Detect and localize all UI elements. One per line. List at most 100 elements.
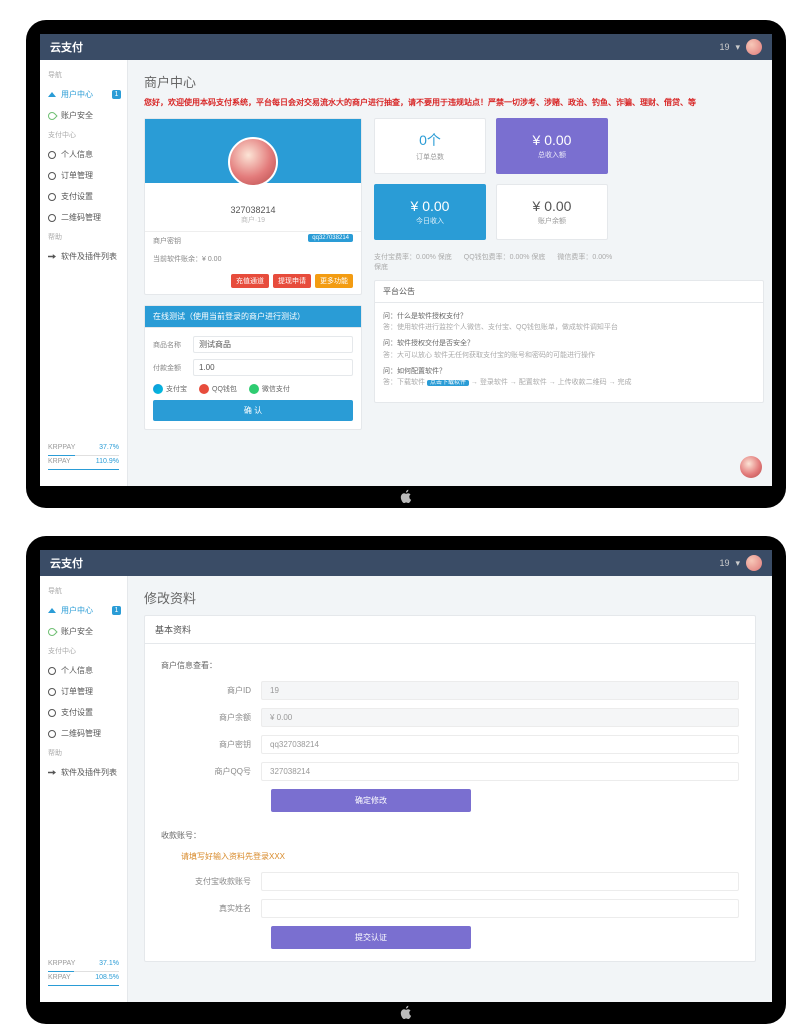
arrow-icon: [48, 253, 56, 261]
faq-a3: 答：下载软件 点击下载软件 → 登录软件 → 配置软件 → 上传收款二维码 → …: [383, 377, 755, 389]
product-name-label: 商品名称: [153, 340, 193, 350]
sidebar-item-user-center[interactable]: 用户中心 1: [40, 84, 127, 105]
merchant-key-label: 商户密钥: [161, 739, 261, 750]
faq-q3: 问：如何配置软件？: [383, 366, 755, 377]
sidebar-item-plugins[interactable]: 软件及插件列表: [40, 762, 127, 783]
sidebar-item-pay-settings[interactable]: 支付设置: [40, 186, 127, 207]
user-avatar-icon[interactable]: [746, 39, 762, 55]
tile-small: 今日收入: [416, 216, 444, 226]
sidebar-item-orders[interactable]: 订单管理: [40, 681, 127, 702]
home-icon: [48, 608, 56, 613]
gear-icon: [48, 193, 56, 201]
download-link[interactable]: 点击下载软件: [427, 380, 469, 386]
withdraw-button[interactable]: 提现申请: [273, 274, 311, 288]
sidebar-item-pay-settings[interactable]: 支付设置: [40, 702, 127, 723]
profile-banner: [145, 119, 361, 183]
sidebar-group-help: 帮助: [40, 228, 127, 246]
sidebar: 导航 用户中心 1 账户安全 支付中心 个人信息: [40, 576, 128, 1002]
pay-type-alipay[interactable]: 支付宝: [153, 384, 187, 394]
tile-total-income: ¥ 0.00 总收入额: [496, 118, 608, 174]
wechat-icon: [249, 384, 259, 394]
page-title: 商户中心: [144, 72, 756, 91]
topbar: 云支付 19 ▾: [40, 550, 772, 576]
merchant-balance-value: ¥ 0.00: [261, 708, 739, 727]
tile-small: 订单总数: [416, 152, 444, 162]
profile-key-label: 商户密钥: [153, 238, 181, 245]
sidebar-item-qrcode[interactable]: 二维码管理: [40, 207, 127, 228]
alipay-account-input[interactable]: [261, 872, 739, 891]
pay-type-radio-group: 支付宝 QQ钱包 微信支付: [153, 382, 353, 400]
merchant-id-label: 商户ID: [161, 685, 261, 696]
user-id-label: 19: [719, 558, 729, 568]
brand-title: 云支付: [50, 39, 83, 55]
sidebar-item-orders[interactable]: 订单管理: [40, 165, 127, 186]
sidebar-item-user-center[interactable]: 用户中心 1: [40, 600, 127, 621]
sidebar-group-help: 帮助: [40, 744, 127, 762]
stat-name: KRPAY: [48, 458, 71, 465]
stat-row: KRPAY 110.9%: [48, 456, 119, 467]
stat-value: 110.9%: [96, 458, 119, 465]
topbar: 云支付 19 ▾: [40, 34, 772, 60]
confirm-button[interactable]: 确 认: [153, 400, 353, 421]
sidebar-item-label: 个人信息: [61, 149, 93, 160]
submit-verify-button[interactable]: 提交认证: [271, 926, 471, 949]
save-button[interactable]: 确定修改: [271, 789, 471, 812]
tile-orders: 0个 订单总数: [374, 118, 486, 174]
tile-big: ¥ 0.00: [411, 198, 450, 214]
recharge-button[interactable]: 充值通道: [231, 274, 269, 288]
monitor-frame-2: 云支付 19 ▾ 导航 用户中心 1 账户安: [26, 536, 786, 1024]
tile-small: 总收入额: [538, 150, 566, 160]
chevron-down-icon: ▾: [735, 558, 740, 569]
sidebar-group-nav: 导航: [40, 582, 127, 600]
sidebar-item-label: 用户中心: [61, 89, 93, 100]
sidebar-item-plugins[interactable]: 软件及插件列表: [40, 246, 127, 267]
home-icon: [48, 92, 56, 97]
apple-logo-icon: [399, 1005, 413, 1022]
profile-card: 327038214 商户·19 商户密钥 qq327038214 当前软件账余：…: [144, 118, 362, 295]
merchant-key-input[interactable]: qq327038214: [261, 735, 739, 754]
topbar-right[interactable]: 19 ▾: [719, 39, 762, 55]
sidebar-item-label: 账户安全: [61, 110, 93, 121]
faq-a1: 答：使用软件进行监控个人微信、支付宝、QQ钱包账单，做成软件调知平台: [383, 322, 755, 333]
sidebar-item-profile[interactable]: 个人信息: [40, 144, 127, 165]
sidebar-item-security[interactable]: 账户安全: [40, 621, 127, 642]
pay-type-wechat[interactable]: 微信支付: [249, 384, 290, 394]
sidebar-item-security[interactable]: 账户安全: [40, 105, 127, 126]
profile-sub: 商户·19: [153, 215, 353, 225]
sidebar-item-qrcode[interactable]: 二维码管理: [40, 723, 127, 744]
merchant-qq-input[interactable]: 327038214: [261, 762, 739, 781]
user-id-label: 19: [719, 42, 729, 52]
main-content: 修改资料 基本资料 商户信息查看： 商户ID 19 商户余额 ¥ 0.00: [128, 576, 772, 1002]
sidebar-item-label: 支付设置: [61, 707, 93, 718]
user-avatar-icon[interactable]: [746, 555, 762, 571]
panel-header: 基本资料: [145, 616, 755, 644]
pay-type-qq[interactable]: QQ钱包: [199, 384, 237, 394]
more-button[interactable]: 更多功能: [315, 274, 353, 288]
sidebar-item-label: 支付设置: [61, 191, 93, 202]
real-name-input[interactable]: [261, 899, 739, 918]
faq-header: 平台公告: [375, 281, 763, 303]
pay-amount-input[interactable]: [193, 359, 353, 376]
sidebar-item-profile[interactable]: 个人信息: [40, 660, 127, 681]
screen-2: 云支付 19 ▾ 导航 用户中心 1 账户安: [40, 550, 772, 1002]
leaf-icon: [46, 110, 57, 121]
test-card: 在线测试（使用当前登录的商户进行测试） 商品名称 付款金额: [144, 305, 362, 430]
sidebar-item-label: 软件及插件列表: [61, 767, 117, 778]
sidebar-item-label: 二维码管理: [61, 728, 101, 739]
stat-tiles: 0个 订单总数 ¥ 0.00 总收入额 ¥ 0.00 今日收入: [374, 118, 614, 240]
screen-1: 云支付 19 ▾ 导航 用户中心 1: [40, 34, 772, 486]
gear-icon: [48, 688, 56, 696]
sidebar-group-nav: 导航: [40, 66, 127, 84]
gear-icon: [48, 214, 56, 222]
topbar-right[interactable]: 19 ▾: [719, 555, 762, 571]
profile-balance-label: 当前软件账余：¥ 0.00: [153, 256, 221, 263]
tile-balance: ¥ 0.00 账户余额: [496, 184, 608, 240]
merchant-balance-label: 商户余额: [161, 712, 261, 723]
sidebar-item-label: 软件及插件列表: [61, 251, 117, 262]
faq-a2: 答：大可以放心 软件无任何获取支付宝的账号和密码的可能进行操作: [383, 350, 755, 361]
tile-big: 0个: [419, 130, 441, 150]
product-name-input[interactable]: [193, 336, 353, 353]
brand-title: 云支付: [50, 555, 83, 571]
stat-name: KRPPAY: [48, 444, 75, 451]
floating-avatar-icon[interactable]: [740, 456, 762, 478]
